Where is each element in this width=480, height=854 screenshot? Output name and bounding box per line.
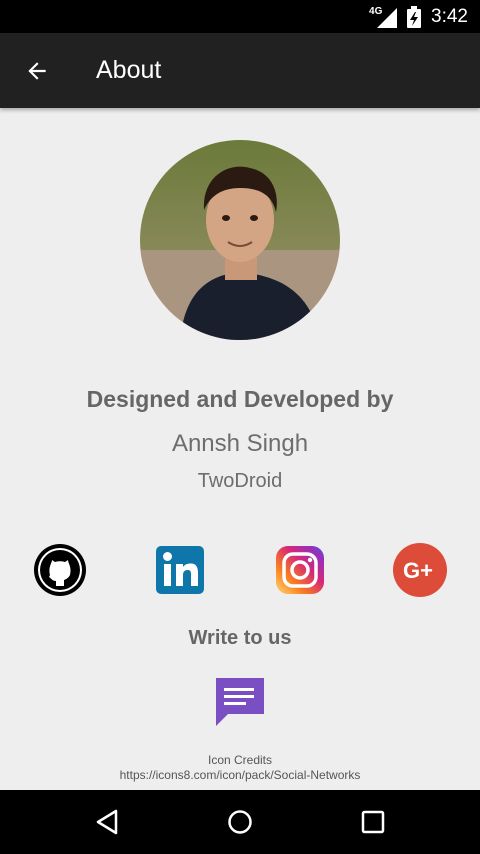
github-button[interactable]: [33, 543, 87, 597]
navigation-bar: [0, 790, 480, 854]
write-to-us-button[interactable]: [212, 674, 268, 730]
back-button[interactable]: [12, 46, 62, 96]
company-name: TwoDroid: [197, 470, 283, 492]
signal-icon: 4G: [369, 5, 398, 28]
battery-charging-icon: [407, 5, 422, 28]
status-bar: 4G 3:42: [0, 0, 480, 33]
linkedin-button[interactable]: [153, 543, 207, 597]
message-icon: [216, 678, 264, 726]
developer-name: Annsh Singh: [171, 430, 309, 457]
icon-credits-label: Icon Credits: [207, 753, 273, 767]
clock: 3:42: [431, 5, 468, 27]
home-circle-icon: [228, 810, 252, 834]
google-plus-button[interactable]: G+: [393, 543, 447, 597]
nav-home-button[interactable]: [220, 802, 260, 842]
write-to-us-label: Write to us: [188, 627, 292, 649]
page-title: About: [96, 56, 162, 84]
instagram-button[interactable]: [273, 543, 327, 597]
nav-recents-button[interactable]: [353, 802, 393, 842]
github-icon: [34, 544, 86, 596]
arrow-back-icon: [28, 62, 46, 80]
nav-back-button[interactable]: [87, 802, 127, 842]
google-plus-icon: G+: [393, 543, 447, 597]
avatar: [140, 140, 340, 340]
svg-text:G+: G+: [403, 558, 433, 583]
network-type: 4G: [369, 5, 383, 17]
recents-square-icon: [361, 810, 385, 834]
app-bar: About: [0, 33, 480, 108]
instagram-icon: [276, 546, 324, 594]
icon-credits-link[interactable]: https://icons8.com/icon/pack/Social-Netw…: [0, 768, 480, 782]
designed-by-label: Designed and Developed by: [86, 386, 394, 412]
linkedin-icon: [156, 546, 204, 594]
status-icons: 4G 3:42: [369, 0, 468, 33]
back-triangle-icon: [96, 809, 118, 835]
